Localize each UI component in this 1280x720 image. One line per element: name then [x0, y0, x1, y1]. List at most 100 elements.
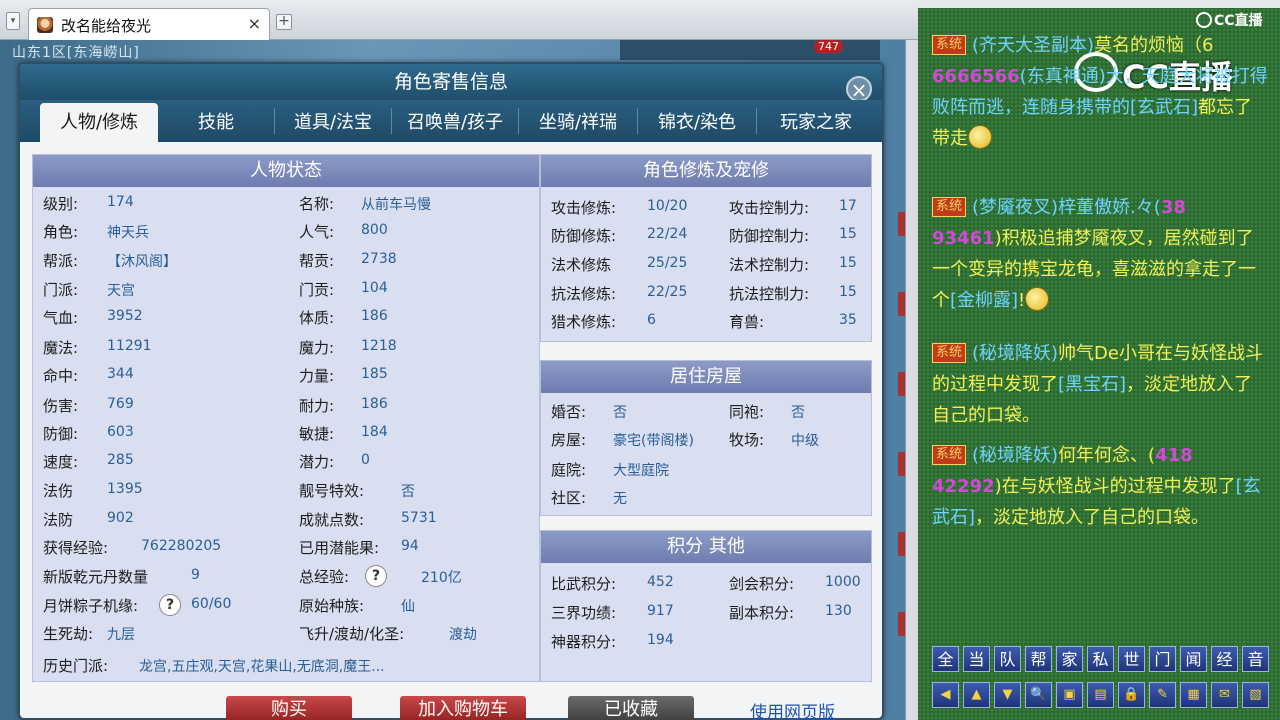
- stat-value: 104: [361, 280, 388, 296]
- new-tab-button[interactable]: +: [276, 14, 292, 30]
- field-value: 917: [647, 603, 674, 619]
- scrollbar[interactable]: [905, 40, 918, 720]
- stat-value: 60/60: [191, 596, 232, 612]
- chat-tool-icon[interactable]: ◀: [932, 682, 959, 708]
- stat-label: 名称:: [299, 195, 335, 213]
- field-value: 中级: [791, 433, 819, 449]
- tab-character[interactable]: 人物/修炼: [40, 103, 158, 142]
- stat-value: 9: [191, 567, 200, 583]
- chat-text: 何年何念、(: [1058, 445, 1156, 466]
- stat-label: 原始种族:: [299, 597, 365, 615]
- chat-text: 莫名的烦恼（6: [1094, 35, 1214, 56]
- stat-label: 已用潜能果:: [299, 539, 380, 557]
- chat-tool-icon[interactable]: ✉: [1211, 682, 1238, 708]
- field-label: 猎术修炼:: [551, 313, 617, 331]
- tab-mounts[interactable]: 坐骑/祥瑞: [519, 103, 637, 142]
- system-tag: 系统: [932, 445, 967, 465]
- channel-button[interactable]: 音: [1242, 646, 1269, 672]
- panel-title: 角色修炼及宠修: [541, 155, 871, 187]
- score-panel: 积分 其他 比武积分: 452 剑会积分: 1000 三界功绩: 917 副本积分: 130 神…: [540, 530, 872, 682]
- channel-button[interactable]: 私: [1087, 646, 1114, 672]
- channel-button[interactable]: 门: [1149, 646, 1176, 672]
- panel-title: 积分 其他: [541, 531, 871, 563]
- field-label: 攻击控制力:: [729, 199, 810, 217]
- favorited-button[interactable]: 已收藏: [568, 696, 694, 720]
- channel-button[interactable]: 全: [932, 646, 959, 672]
- browser-tab[interactable]: 改名能给夜光 ×: [28, 8, 270, 40]
- field-value: 否: [613, 405, 627, 421]
- chat-item-link[interactable]: [金柳露]: [950, 290, 1018, 311]
- field-value: 22/24: [647, 226, 688, 242]
- chat-tool-icon[interactable]: ▤: [1087, 682, 1114, 708]
- buy-button[interactable]: 购买: [226, 696, 352, 720]
- web-version-link[interactable]: 使用网页版: [750, 698, 835, 720]
- stat-value: 【沐风阁】: [107, 254, 177, 270]
- field-value: 15: [839, 226, 857, 242]
- field-label: 副本积分:: [729, 604, 795, 622]
- field-value: 452: [647, 574, 674, 590]
- channel-button[interactable]: 世: [1118, 646, 1145, 672]
- stat-value: 186: [361, 396, 388, 412]
- panel-title: 人物状态: [33, 155, 539, 187]
- browser-tab-title: 改名能给夜光: [61, 17, 152, 35]
- tab-close-icon[interactable]: ×: [248, 14, 261, 33]
- chat-tool-icon[interactable]: ▦: [1180, 682, 1207, 708]
- field-value: 194: [647, 632, 674, 648]
- channel-button[interactable]: 家: [1056, 646, 1083, 672]
- stat-label: 角色:: [43, 223, 79, 241]
- tab-summons[interactable]: 召唤兽/孩子: [392, 103, 518, 142]
- stat-label: 气血:: [43, 309, 79, 327]
- channel-button[interactable]: 当: [963, 646, 990, 672]
- stat-value: 1395: [107, 481, 143, 497]
- chat-tool-icon[interactable]: ▲: [963, 682, 990, 708]
- help-icon[interactable]: ?: [365, 565, 387, 587]
- browser-tab-bar: ▾ 改名能给夜光 × +: [0, 0, 918, 40]
- field-label: 婚否:: [551, 403, 587, 421]
- house-panel: 居住房屋 婚否: 否 同袍: 否房屋: 豪宅(带阁楼) 牧场: 中级 庭院: 大型庭院 社区: 无: [540, 360, 872, 516]
- channel-button[interactable]: 经: [1211, 646, 1238, 672]
- stat-value: 174: [107, 194, 134, 210]
- tab-skills[interactable]: 技能: [158, 103, 274, 142]
- help-icon[interactable]: ?: [159, 594, 181, 616]
- chat-source: (梦魇夜叉): [972, 197, 1059, 218]
- stat-label: 帮贡:: [299, 252, 335, 270]
- tab-costumes[interactable]: 锦衣/染色: [638, 103, 756, 142]
- tab-dropdown-button[interactable]: ▾: [6, 12, 20, 30]
- chat-item-link[interactable]: [玄武石]: [1130, 97, 1198, 118]
- chat-item-link[interactable]: [黑宝石]: [1058, 374, 1126, 395]
- stat-label: 法防: [43, 511, 74, 529]
- chat-tool-icon[interactable]: 🔍: [1025, 682, 1052, 708]
- channel-button[interactable]: 队: [994, 646, 1021, 672]
- field-label: 牧场:: [729, 431, 765, 449]
- field-label: 房屋:: [551, 431, 587, 449]
- tab-home[interactable]: 玩家之家: [757, 103, 875, 142]
- stat-label: 新版乾元丹数量: [43, 568, 149, 586]
- stat-value: 902: [107, 510, 134, 526]
- field-label: 攻击修炼:: [551, 199, 617, 217]
- chat-tool-icon[interactable]: ✎: [1149, 682, 1176, 708]
- add-to-cart-button[interactable]: 加入购物车: [400, 696, 526, 720]
- chat-numbers: 38: [1160, 197, 1186, 218]
- stat-value: 210亿: [421, 570, 462, 586]
- tab-items[interactable]: 道具/法宝: [275, 103, 391, 142]
- history-value: 龙宫,五庄观,天宫,花果山,无底洞,魔王...: [139, 659, 385, 675]
- chat-tool-icon[interactable]: ▧: [1242, 682, 1269, 708]
- role-consignment-dialog: 角色寄售信息 × 人物/修炼 技能 道具/法宝 召唤兽/孩子 坐骑/祥瑞 锦衣/…: [18, 62, 884, 720]
- stat-value: 185: [361, 366, 388, 382]
- channel-button[interactable]: 帮: [1025, 646, 1052, 672]
- panel-title: 居住房屋: [541, 361, 871, 393]
- field-value: 6: [647, 312, 656, 328]
- chat-tool-icon[interactable]: ▣: [1056, 682, 1083, 708]
- stat-label: 力量:: [299, 367, 335, 385]
- stat-value: 1218: [361, 338, 397, 354]
- field-label: 防御控制力:: [729, 227, 810, 245]
- stat-label: 法伤: [43, 482, 74, 500]
- stat-label: 人气:: [299, 223, 335, 241]
- dialog-close-button[interactable]: ×: [846, 76, 872, 102]
- chat-tool-icon[interactable]: ▼: [994, 682, 1021, 708]
- chat-text: 梓董傲娇.々(: [1058, 197, 1161, 218]
- stat-label: 门派:: [43, 281, 79, 299]
- channel-button[interactable]: 闻: [1180, 646, 1207, 672]
- chat-tool-icon[interactable]: 🔒: [1118, 682, 1145, 708]
- field-value: 大型庭院: [613, 463, 669, 479]
